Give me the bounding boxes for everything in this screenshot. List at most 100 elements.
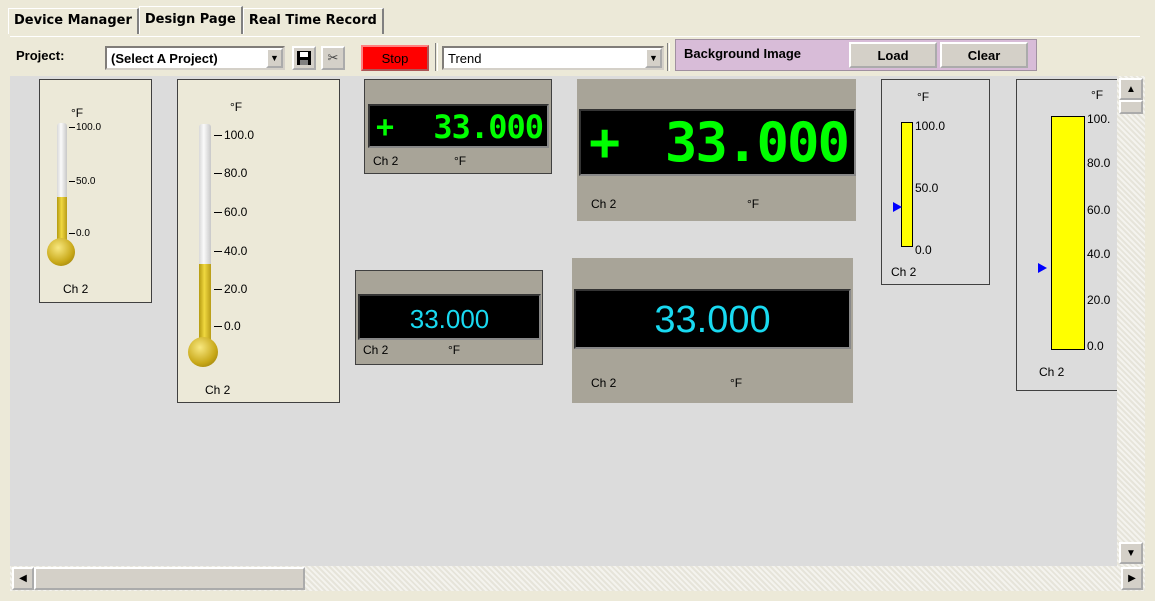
pointer-icon: [893, 202, 902, 212]
tick: [214, 326, 222, 327]
tick: [69, 181, 75, 182]
unit-label: °F: [917, 90, 930, 104]
tab-device-manager[interactable]: Device Manager: [8, 8, 139, 34]
scroll-down-button[interactable]: ▼: [1119, 542, 1143, 564]
cut-button[interactable]: ✂: [321, 46, 345, 70]
channel-label: Ch 2: [591, 197, 617, 211]
thermometer-bulb: [188, 337, 218, 367]
project-select[interactable]: (Select A Project) ▼: [105, 46, 285, 70]
horizontal-scroll-thumb[interactable]: [34, 567, 305, 590]
tick-label: 0.0: [915, 243, 932, 257]
reading-value: 33.000: [664, 111, 850, 174]
scissors-icon: ✂: [327, 50, 339, 65]
digital-lcd: 33.000: [574, 289, 851, 349]
project-label: Project:: [16, 48, 65, 63]
tick-label: 80.0: [1087, 156, 1111, 170]
chevron-down-icon[interactable]: ▼: [266, 48, 283, 68]
segment-display-small[interactable]: + 33.000 Ch 2 °F: [364, 79, 552, 174]
tick: [69, 127, 75, 128]
tab-strip: Device Manager Design Page Real Time Rec…: [8, 6, 384, 34]
tick-label: 40.0: [224, 244, 248, 258]
tick-label: 0.0: [224, 319, 241, 333]
design-canvas[interactable]: °F 100.0 50.0 0.0 Ch 2 °F 100.0 80.0 60.…: [10, 76, 1117, 566]
unit-label: °F: [454, 154, 467, 168]
tick: [214, 212, 222, 213]
channel-label: Ch 2: [591, 376, 617, 390]
background-image-group: Background Image Load Clear: [675, 39, 1037, 71]
tick: [214, 135, 222, 136]
tick: [214, 173, 222, 174]
chevron-right-icon: ▶: [1128, 573, 1136, 584]
thermometer-small[interactable]: °F 100.0 50.0 0.0 Ch 2: [39, 79, 152, 303]
tick-label: 100.: [1087, 112, 1111, 126]
unit-label: °F: [1091, 88, 1104, 102]
bar-gauge-fill: [901, 122, 913, 247]
bar-gauge-small[interactable]: °F 100.0 50.0 0.0 Ch 2: [881, 79, 990, 285]
tick-label: 40.0: [1087, 247, 1111, 261]
scroll-right-button[interactable]: ▶: [1121, 567, 1143, 590]
project-select-value: (Select A Project): [111, 50, 218, 66]
save-button[interactable]: [292, 46, 316, 70]
segment-lcd: + 33.000: [368, 104, 549, 148]
reading-value: 33.000: [654, 299, 771, 341]
tick-label: 50.0: [76, 176, 96, 187]
tick-label: 60.0: [1087, 203, 1111, 217]
unit-label: °F: [448, 343, 461, 357]
tick-label: 80.0: [224, 166, 248, 180]
view-select[interactable]: Trend ▼: [442, 46, 664, 70]
scroll-up-button[interactable]: ▲: [1119, 78, 1143, 100]
chevron-left-icon: ◀: [19, 573, 27, 584]
tab-design-page[interactable]: Design Page: [138, 6, 243, 34]
channel-label: Ch 2: [205, 383, 231, 397]
tick-label: 0.0: [76, 228, 90, 239]
channel-label: Ch 2: [363, 343, 389, 357]
chevron-down-icon[interactable]: ▼: [645, 48, 662, 68]
tab-real-time-record[interactable]: Real Time Record: [242, 8, 384, 34]
bar-gauge-large[interactable]: °F 100. 80.0 60.0 40.0 20.0 0.0 Ch 2: [1016, 79, 1117, 391]
segment-lcd: + 33.000: [579, 109, 856, 176]
clear-button[interactable]: Clear: [940, 42, 1028, 68]
channel-label: Ch 2: [891, 265, 917, 279]
thermometer-large[interactable]: °F 100.0 80.0 60.0 40.0 20.0 0.0 Ch 2: [177, 79, 340, 403]
digital-display-small[interactable]: 33.000 Ch 2 °F: [355, 270, 543, 365]
channel-label: Ch 2: [1039, 365, 1065, 379]
digital-lcd: 33.000: [358, 294, 541, 340]
tick-label: 100.0: [76, 122, 102, 133]
view-select-value: Trend: [448, 50, 482, 66]
unit-label: °F: [71, 106, 84, 120]
unit-label: °F: [747, 197, 760, 211]
tick: [214, 289, 222, 290]
floppy-disk-icon: [297, 51, 311, 65]
bar-gauge-fill: [1051, 116, 1085, 350]
sign-label: +: [376, 110, 395, 145]
tick-label: 100.0: [224, 128, 255, 142]
thermometer-bulb: [47, 238, 75, 266]
tick: [214, 251, 222, 252]
segment-display-large[interactable]: + 33.000 Ch 2 °F: [577, 79, 856, 221]
vertical-scrollbar[interactable]: ▲ ▼: [1117, 76, 1145, 567]
reading-value: 33.000: [409, 304, 490, 334]
pointer-icon: [1038, 263, 1047, 273]
chevron-up-icon: ▲: [1126, 83, 1136, 95]
channel-label: Ch 2: [373, 154, 399, 168]
scroll-left-button[interactable]: ◀: [12, 567, 34, 590]
channel-label: Ch 2: [63, 282, 89, 296]
tick-label: 20.0: [224, 282, 248, 296]
unit-label: °F: [230, 100, 243, 114]
digital-display-large[interactable]: 33.000 Ch 2 °F: [572, 258, 853, 403]
load-button[interactable]: Load: [849, 42, 937, 68]
stop-button[interactable]: Stop: [361, 45, 429, 71]
tick-label: 100.0: [915, 119, 946, 133]
tick: [69, 233, 75, 234]
tick-label: 0.0: [1087, 339, 1104, 353]
sign-label: +: [589, 113, 621, 173]
vertical-scroll-thumb[interactable]: [1119, 100, 1143, 114]
tick-label: 60.0: [224, 205, 248, 219]
toolbar: Project: (Select A Project) ▼ ✂ Stop Tre…: [10, 36, 1140, 72]
chevron-down-icon: ▼: [1126, 547, 1136, 559]
unit-label: °F: [730, 376, 743, 390]
toolbar-separator: [435, 43, 438, 71]
background-image-label: Background Image: [684, 46, 802, 61]
reading-value: 33.000: [433, 108, 544, 146]
horizontal-scrollbar[interactable]: ◀ ▶: [10, 566, 1145, 591]
